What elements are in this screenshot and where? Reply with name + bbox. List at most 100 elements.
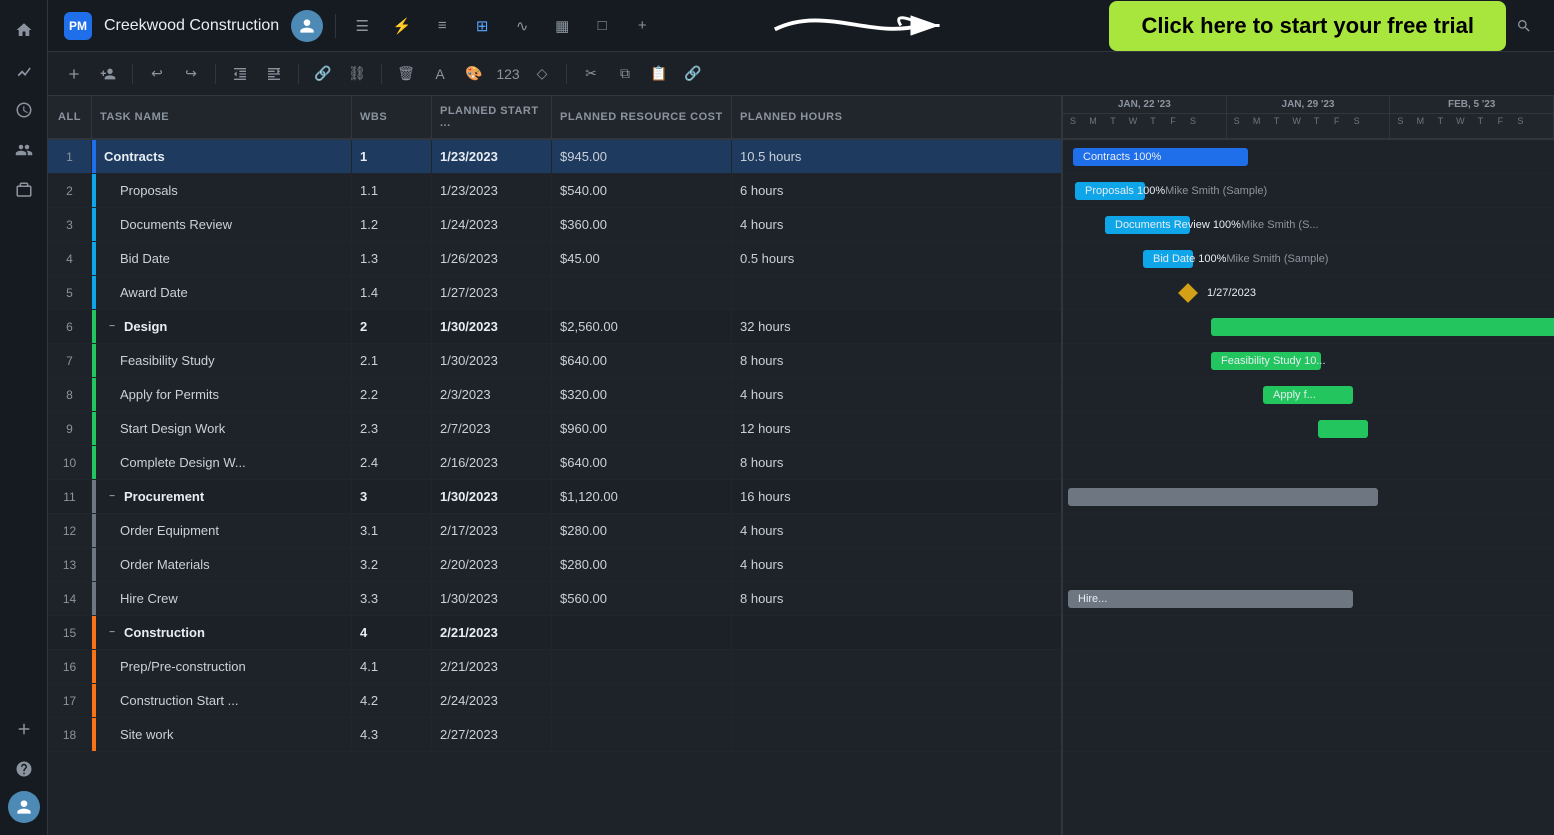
sidebar-item-users[interactable] xyxy=(6,132,42,168)
divider-1 xyxy=(335,14,336,38)
delete-button[interactable]: 🗑 xyxy=(392,60,420,88)
gantt-bar[interactable] xyxy=(1211,318,1554,336)
outdent-button[interactable] xyxy=(226,60,254,88)
row-hours: 6 hours xyxy=(732,174,872,207)
gantt-bar-label: Documents Review 100% xyxy=(1115,219,1241,231)
search-icon[interactable] xyxy=(1510,12,1538,40)
add-user-button[interactable] xyxy=(94,60,122,88)
table-row[interactable]: 5 Award Date 1.4 1/27/2023 xyxy=(48,276,1061,310)
row-hours xyxy=(732,650,872,683)
gantt-bar[interactable]: Proposals 100% Mike Smith (Sample) xyxy=(1075,182,1145,200)
gantt-bar[interactable]: Apply f... xyxy=(1263,386,1353,404)
toolbar-divider-5 xyxy=(566,64,567,84)
text-format-button[interactable]: A xyxy=(426,60,454,88)
cut-button[interactable]: ✂ xyxy=(577,60,605,88)
gantt-bar[interactable]: Hire... xyxy=(1068,590,1353,608)
add-view-icon[interactable]: + xyxy=(628,12,656,40)
link-button[interactable]: 🔗 xyxy=(309,60,337,88)
row-task-name: Contracts xyxy=(96,140,352,173)
paste-button[interactable]: 📋 xyxy=(645,60,673,88)
milestone-diamond xyxy=(1178,283,1198,303)
compact-icon[interactable]: ≡ xyxy=(428,12,456,40)
table-row[interactable]: 10 Complete Design W... 2.4 2/16/2023 $6… xyxy=(48,446,1061,480)
row-start: 2/21/2023 xyxy=(432,616,552,649)
gantt-bar[interactable] xyxy=(1068,488,1378,506)
table-row[interactable]: 14 Hire Crew 3.3 1/30/2023 $560.00 8 hou… xyxy=(48,582,1061,616)
row-wbs: 4 xyxy=(352,616,432,649)
row-start: 1/30/2023 xyxy=(432,344,552,377)
gantt-bar-label: Proposals 100% xyxy=(1085,185,1165,197)
sidebar-item-home[interactable] xyxy=(6,12,42,48)
group-toggle-icon[interactable]: − xyxy=(104,489,120,505)
gantt-bar[interactable]: Feasibility Study 10... xyxy=(1211,352,1321,370)
row-wbs: 4.1 xyxy=(352,650,432,683)
table-row[interactable]: 17 Construction Start ... 4.2 2/24/2023 xyxy=(48,684,1061,718)
list-view-icon[interactable]: ☰ xyxy=(348,12,376,40)
unlink-button[interactable]: ⛓ xyxy=(343,60,371,88)
table-row[interactable]: 11 − Procurement 3 1/30/2023 $1,120.00 1… xyxy=(48,480,1061,514)
numbering-button[interactable]: 123 xyxy=(494,60,522,88)
table-row[interactable]: 4 Bid Date 1.3 1/26/2023 $45.00 0.5 hour… xyxy=(48,242,1061,276)
sidebar-item-activity[interactable] xyxy=(6,52,42,88)
gantt-row: Documents Review 100% Mike Smith (S... xyxy=(1063,208,1554,242)
project-avatar[interactable] xyxy=(291,10,323,42)
table-row[interactable]: 8 Apply for Permits 2.2 2/3/2023 $320.00… xyxy=(48,378,1061,412)
shape-button[interactable]: ◇ xyxy=(528,60,556,88)
row-start: 1/30/2023 xyxy=(432,582,552,615)
gantt-view-icon[interactable]: ⚡ xyxy=(388,12,416,40)
day-label: M xyxy=(1247,114,1267,126)
day-label: M xyxy=(1083,114,1103,126)
group-toggle-icon[interactable]: − xyxy=(104,625,120,641)
table-view-icon[interactable]: ⊞ xyxy=(468,12,496,40)
table-row[interactable]: 2 Proposals 1.1 1/23/2023 $540.00 6 hour… xyxy=(48,174,1061,208)
row-cost: $320.00 xyxy=(552,378,732,411)
sidebar-item-help[interactable] xyxy=(6,751,42,787)
row-task-name: Construction Start ... xyxy=(96,684,352,717)
row-hours: 12 hours xyxy=(732,412,872,445)
table-row[interactable]: 18 Site work 4.3 2/27/2023 xyxy=(48,718,1061,752)
undo-button[interactable]: ↩ xyxy=(143,60,171,88)
copy-button[interactable]: ⧉ xyxy=(611,60,639,88)
gantt-row xyxy=(1063,446,1554,480)
group-toggle-icon[interactable]: − xyxy=(104,319,120,335)
table-row[interactable]: 3 Documents Review 1.2 1/24/2023 $360.00… xyxy=(48,208,1061,242)
user-avatar[interactable] xyxy=(8,791,40,823)
table-row[interactable]: 16 Prep/Pre-construction 4.1 2/21/2023 xyxy=(48,650,1061,684)
row-num: 12 xyxy=(48,514,92,547)
gantt-chart: JAN, 22 '23SMTWTFSJAN, 29 '23SMTWTFSFEB,… xyxy=(1063,96,1554,835)
sidebar-item-clock[interactable] xyxy=(6,92,42,128)
row-task-name: Documents Review xyxy=(96,208,352,241)
add-task-button[interactable] xyxy=(60,60,88,88)
table-row[interactable]: 15 − Construction 4 2/21/2023 xyxy=(48,616,1061,650)
indent-button[interactable] xyxy=(260,60,288,88)
row-start: 1/27/2023 xyxy=(432,276,552,309)
sidebar-item-add[interactable] xyxy=(6,711,42,747)
redo-button[interactable]: ↪ xyxy=(177,60,205,88)
table-row[interactable]: 7 Feasibility Study 2.1 1/30/2023 $640.0… xyxy=(48,344,1061,378)
table-row[interactable]: 12 Order Equipment 3.1 2/17/2023 $280.00… xyxy=(48,514,1061,548)
gantt-bar[interactable]: Contracts 100% xyxy=(1073,148,1248,166)
gantt-row: Contracts 100% xyxy=(1063,140,1554,174)
table-row[interactable]: 13 Order Materials 3.2 2/20/2023 $280.00… xyxy=(48,548,1061,582)
gantt-chart-header: JAN, 22 '23SMTWTFSJAN, 29 '23SMTWTFSFEB,… xyxy=(1063,96,1554,140)
gantt-bar[interactable]: Documents Review 100% Mike Smith (S... xyxy=(1105,216,1190,234)
sidebar-item-briefcase[interactable] xyxy=(6,172,42,208)
hyperlink-button[interactable]: 🔗 xyxy=(679,60,707,88)
gantt-bar[interactable]: Bid Date 100% Mike Smith (Sample) xyxy=(1143,250,1193,268)
doc-view-icon[interactable]: □ xyxy=(588,12,616,40)
day-label: S xyxy=(1390,114,1410,126)
chart-view-icon[interactable]: ∿ xyxy=(508,12,536,40)
table-row[interactable]: 6 − Design 2 1/30/2023 $2,560.00 32 hour… xyxy=(48,310,1061,344)
table-row[interactable]: 9 Start Design Work 2.3 2/7/2023 $960.00… xyxy=(48,412,1061,446)
row-task-name: − Design xyxy=(96,310,352,343)
col-header-all: ALL xyxy=(48,96,92,138)
cta-banner[interactable]: Click here to start your free trial xyxy=(1109,1,1506,51)
calendar-view-icon[interactable]: ▦ xyxy=(548,12,576,40)
table-row[interactable]: 1 Contracts 1 1/23/2023 $945.00 10.5 hou… xyxy=(48,140,1061,174)
row-wbs: 3 xyxy=(352,480,432,513)
gantt-bar[interactable] xyxy=(1318,420,1368,438)
color-button[interactable]: 🎨 xyxy=(460,60,488,88)
row-start: 2/27/2023 xyxy=(432,718,552,751)
gantt-bar-label: Hire... xyxy=(1078,593,1107,605)
row-cost: $45.00 xyxy=(552,242,732,275)
